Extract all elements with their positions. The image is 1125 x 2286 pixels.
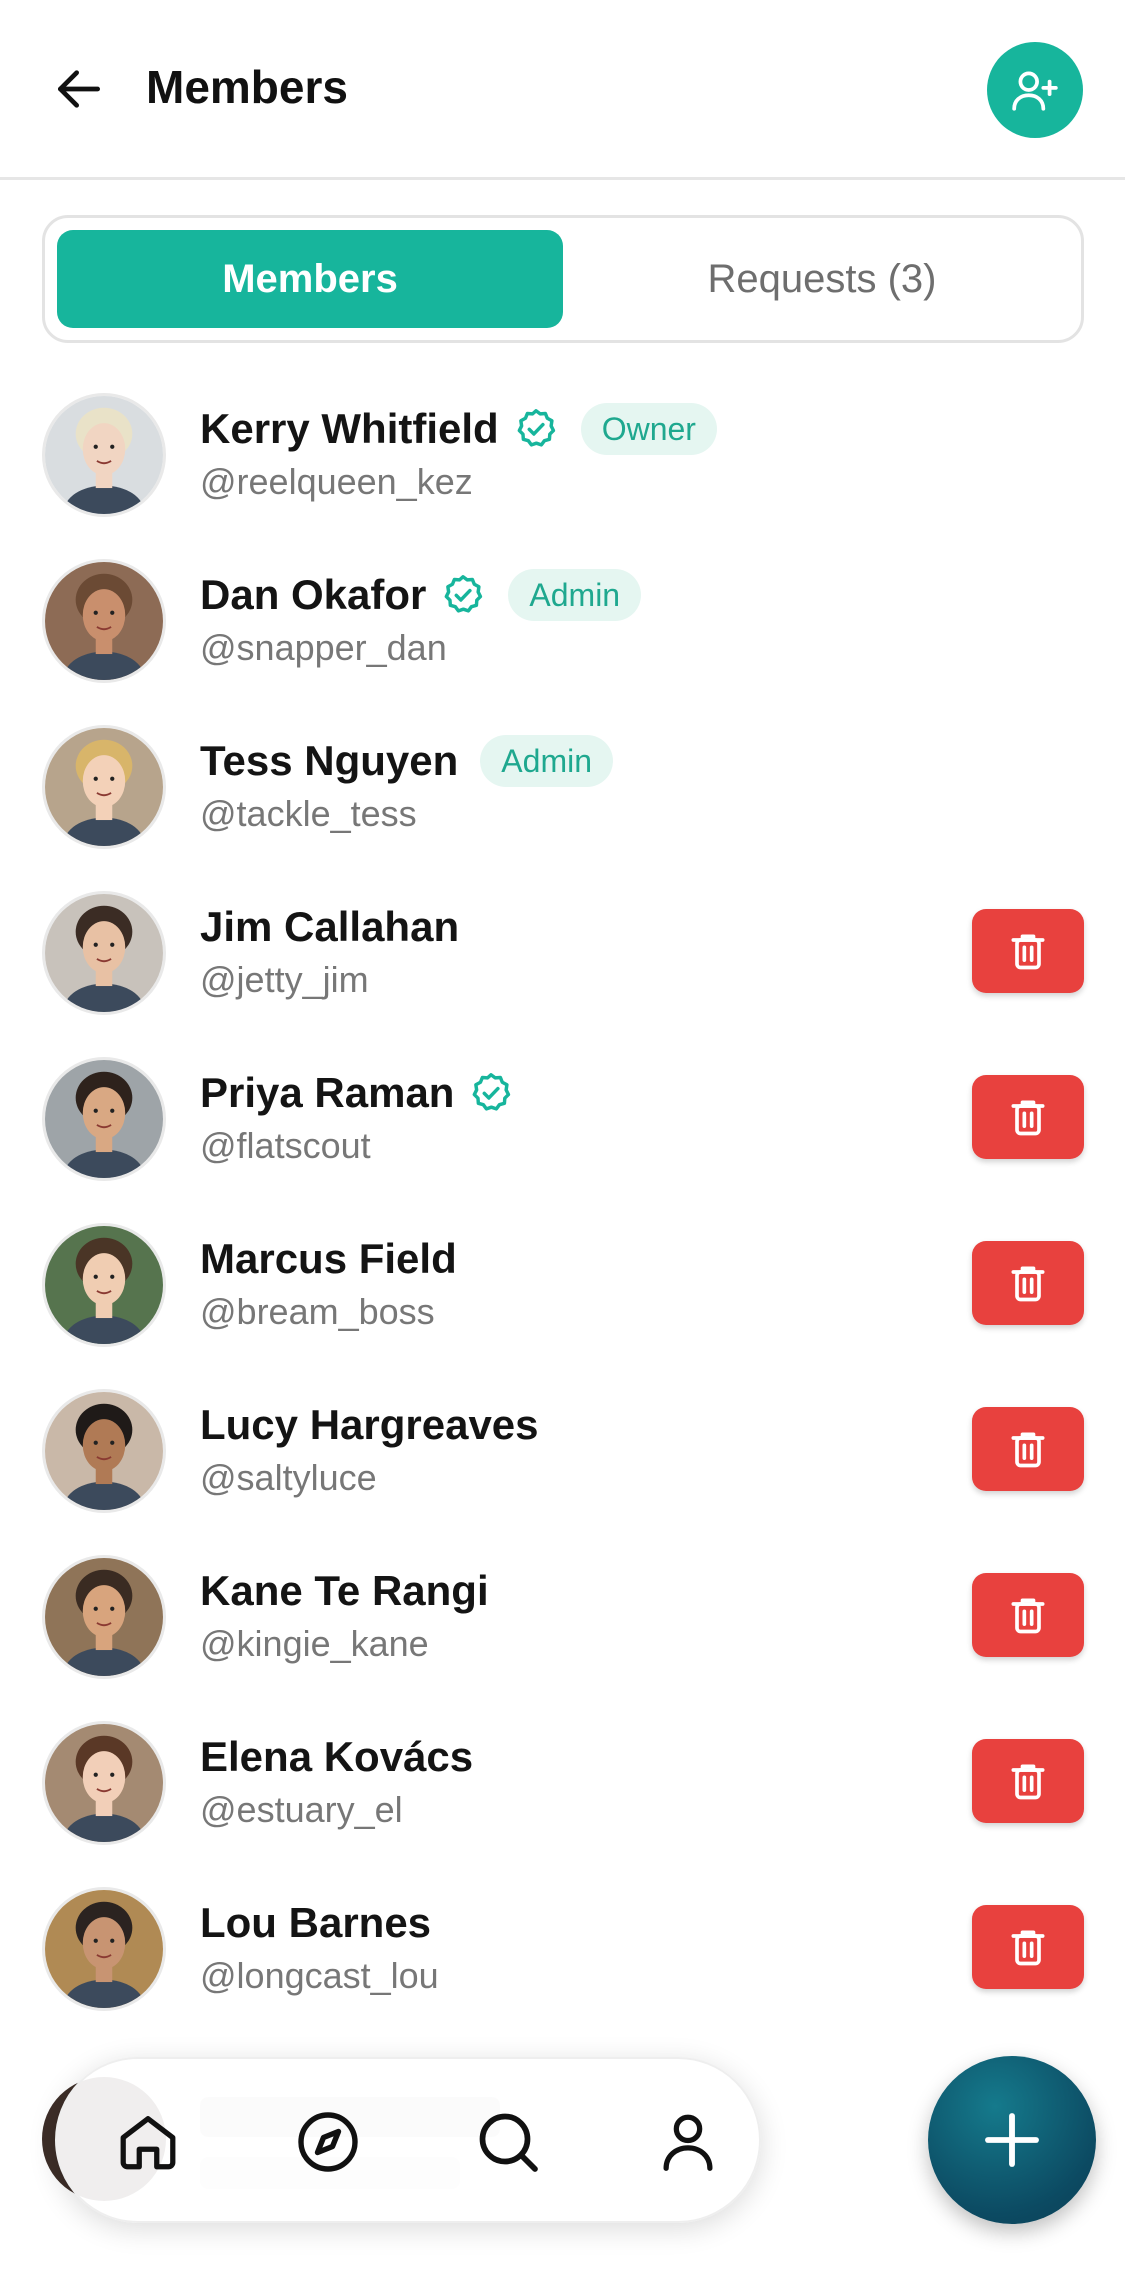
remove-member-button[interactable] bbox=[972, 1905, 1084, 1989]
list-item[interactable]: Kane Te Rangi @kingie_kane bbox=[0, 1555, 1125, 1723]
member-handle: @snapper_dan bbox=[200, 627, 447, 668]
avatar[interactable] bbox=[42, 393, 166, 517]
back-button[interactable] bbox=[44, 54, 114, 124]
member-handle: @saltyluce bbox=[200, 1457, 377, 1498]
member-name-line: Marcus Field bbox=[200, 1231, 457, 1287]
list-item[interactable]: Elena Kovács @estuary_el bbox=[0, 1721, 1125, 1889]
member-name[interactable]: Kane Te Rangi bbox=[200, 1567, 489, 1615]
member-handle: @bream_boss bbox=[200, 1291, 435, 1332]
list-item[interactable]: Lucy Hargreaves @saltyluce bbox=[0, 1389, 1125, 1557]
member-handle: @kingie_kane bbox=[200, 1623, 429, 1664]
page-title: Members bbox=[146, 61, 348, 113]
member-name[interactable]: Lou Barnes bbox=[200, 1899, 431, 1947]
avatar[interactable] bbox=[42, 1389, 166, 1513]
nav-profile[interactable] bbox=[643, 2097, 733, 2187]
remove-member-button[interactable] bbox=[972, 1573, 1084, 1657]
avatar[interactable] bbox=[42, 1721, 166, 1845]
remove-member-button[interactable] bbox=[972, 1407, 1084, 1491]
trash-icon bbox=[1011, 1432, 1045, 1468]
member-name[interactable]: Dan Okafor bbox=[200, 571, 426, 619]
member-name-line: Kerry Whitfield Owner bbox=[200, 401, 717, 457]
list-item[interactable]: Tess Nguyen Admin @tackle_tess bbox=[0, 725, 1125, 893]
member-name[interactable]: Tess Nguyen bbox=[200, 737, 458, 785]
verified-badge-icon bbox=[440, 572, 486, 618]
arrow-left-icon bbox=[58, 70, 100, 108]
member-handle: @longcast_lou bbox=[200, 1955, 439, 1996]
plus-icon bbox=[985, 2113, 1039, 2167]
trash-icon bbox=[1011, 934, 1045, 970]
trash-icon bbox=[1011, 1100, 1045, 1136]
member-name-line: Kane Te Rangi bbox=[200, 1563, 489, 1619]
nav-home[interactable] bbox=[103, 2097, 193, 2187]
verified-badge-icon bbox=[513, 406, 559, 452]
role-badge: Admin bbox=[508, 569, 642, 621]
user-plus-icon bbox=[1012, 71, 1058, 111]
member-name[interactable]: Lucy Hargreaves bbox=[200, 1401, 539, 1449]
trash-icon bbox=[1011, 1266, 1045, 1302]
member-name-line: Tess Nguyen Admin bbox=[200, 733, 613, 789]
trash-icon bbox=[1011, 1764, 1045, 1800]
remove-member-button[interactable] bbox=[972, 1739, 1084, 1823]
member-handle: @estuary_el bbox=[200, 1789, 403, 1830]
member-handle: @tackle_tess bbox=[200, 793, 417, 834]
member-name[interactable]: Kerry Whitfield bbox=[200, 405, 499, 453]
avatar[interactable] bbox=[42, 1223, 166, 1347]
nav-search[interactable] bbox=[463, 2097, 553, 2187]
tab-members[interactable]: Members bbox=[57, 230, 563, 328]
role-badge: Owner bbox=[580, 403, 717, 455]
member-name-line: Dan Okafor Admin bbox=[200, 567, 642, 623]
avatar[interactable] bbox=[42, 1887, 166, 2011]
list-item[interactable]: Priya Raman @flatscout bbox=[0, 1057, 1125, 1225]
verified-badge-icon bbox=[468, 1070, 514, 1116]
member-handle: @jetty_jim bbox=[200, 959, 369, 1000]
list-item[interactable]: Lou Barnes @longcast_lou bbox=[0, 1887, 1125, 2055]
add-member-button[interactable] bbox=[987, 42, 1083, 138]
member-name-line: Elena Kovács bbox=[200, 1729, 473, 1785]
member-name-line: Priya Raman bbox=[200, 1065, 514, 1121]
trash-icon bbox=[1011, 1598, 1045, 1634]
search-icon bbox=[479, 2113, 538, 2172]
avatar[interactable] bbox=[42, 891, 166, 1015]
bottom-nav bbox=[55, 2057, 761, 2223]
member-name[interactable]: Jim Callahan bbox=[200, 903, 459, 951]
tab-requests[interactable]: Requests (3) bbox=[575, 230, 1069, 328]
list-item[interactable]: Kerry Whitfield Owner @reelqueen_kez bbox=[0, 393, 1125, 561]
member-name-line: Jim Callahan bbox=[200, 899, 459, 955]
profile-icon bbox=[663, 2114, 713, 2171]
members-tabs: Members Requests (3) bbox=[42, 215, 1084, 343]
compass-icon bbox=[298, 2112, 358, 2172]
list-item[interactable]: Marcus Field @bream_boss bbox=[0, 1223, 1125, 1391]
avatar[interactable] bbox=[42, 559, 166, 683]
role-badge: Admin bbox=[480, 735, 613, 787]
remove-member-button[interactable] bbox=[972, 1241, 1084, 1325]
member-name-line: Lou Barnes bbox=[200, 1895, 431, 1951]
remove-member-button[interactable] bbox=[972, 909, 1084, 993]
nav-explore[interactable] bbox=[283, 2097, 373, 2187]
app-header: Members bbox=[0, 0, 1125, 180]
member-handle: @flatscout bbox=[200, 1125, 371, 1166]
list-item[interactable]: Jim Callahan @jetty_jim bbox=[0, 891, 1125, 1059]
member-name[interactable]: Marcus Field bbox=[200, 1235, 457, 1283]
member-name[interactable]: Priya Raman bbox=[200, 1069, 454, 1117]
home-icon bbox=[120, 2116, 176, 2170]
list-item[interactable]: Dan Okafor Admin @snapper_dan bbox=[0, 559, 1125, 727]
trash-icon bbox=[1011, 1930, 1045, 1966]
member-name-line: Lucy Hargreaves bbox=[200, 1397, 539, 1453]
member-name[interactable]: Elena Kovács bbox=[200, 1733, 473, 1781]
remove-member-button[interactable] bbox=[972, 1075, 1084, 1159]
avatar[interactable] bbox=[42, 1057, 166, 1181]
member-handle: @reelqueen_kez bbox=[200, 461, 473, 502]
create-fab[interactable] bbox=[928, 2056, 1096, 2224]
avatar[interactable] bbox=[42, 725, 166, 849]
avatar[interactable] bbox=[42, 1555, 166, 1679]
